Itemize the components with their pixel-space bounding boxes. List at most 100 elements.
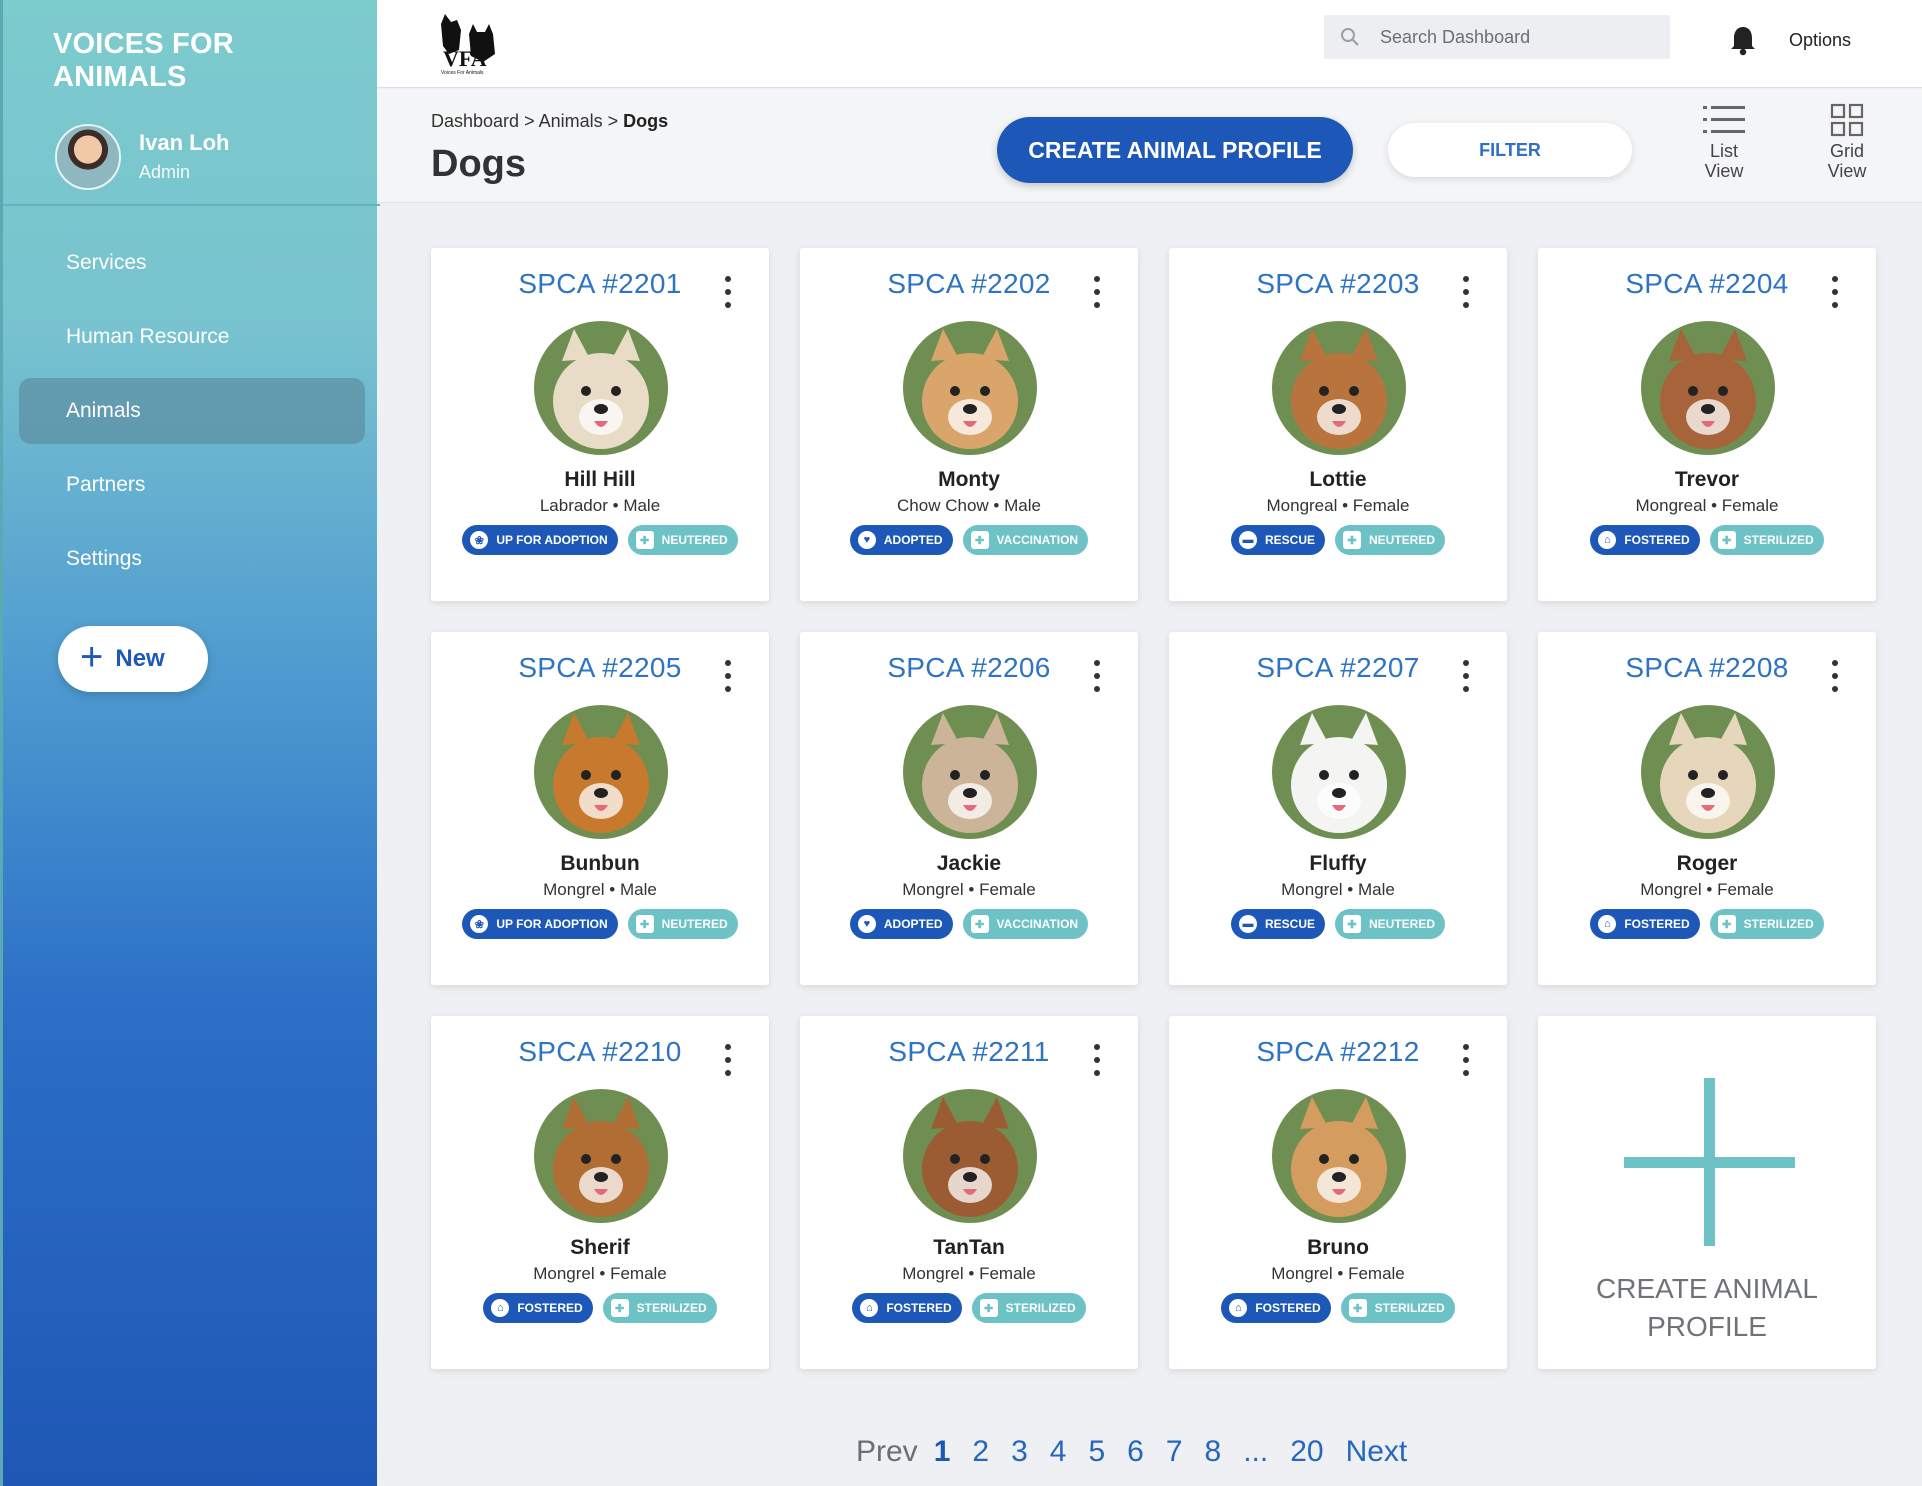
animal-name[interactable]: Bunbun [431,852,769,876]
page-link[interactable]: 20 [1290,1435,1323,1469]
search-box[interactable] [1324,15,1670,59]
sidebar-item-human-resource[interactable]: Human Resource [19,304,365,370]
avatar[interactable] [55,124,121,190]
animal-photo[interactable] [534,705,668,839]
page-link[interactable]: 6 [1127,1435,1144,1469]
status-badge[interactable]: ⌂ FOSTERED [1221,1293,1331,1323]
more-options-icon[interactable] [723,1044,733,1084]
animal-card[interactable]: SPCA #2210 Sherif Mongrel • Female ⌂ FOS… [431,1016,769,1369]
more-options-icon[interactable] [1092,276,1102,316]
animal-card[interactable]: SPCA #2201 Hill Hill Labrador • Male ❀ U… [431,248,769,601]
page-link[interactable]: 2 [972,1435,989,1469]
animal-card[interactable]: SPCA #2204 Trevor Mongreal • Female ⌂ FO… [1538,248,1876,601]
animal-id[interactable]: SPCA #2208 [1538,652,1876,684]
status-badge[interactable]: ▬ RESCUE [1230,909,1325,939]
status-badge[interactable]: ⌂ FOSTERED [483,1293,593,1323]
sidebar-item-partners[interactable]: Partners [19,452,365,518]
animal-card[interactable]: SPCA #2211 TanTan Mongrel • Female ⌂ FOS… [800,1016,1138,1369]
page-link[interactable]: 7 [1166,1435,1183,1469]
list-view-button[interactable]: List View [1684,103,1764,181]
next-page-link[interactable]: Next [1346,1435,1408,1469]
health-badge[interactable]: ✚ VACCINATION [962,525,1089,555]
animal-id[interactable]: SPCA #2203 [1169,268,1507,300]
search-input[interactable] [1380,26,1640,48]
health-badge[interactable]: ✚ NEUTERED [627,909,738,939]
animal-id[interactable]: SPCA #2207 [1169,652,1507,684]
animal-id[interactable]: SPCA #2206 [800,652,1138,684]
more-options-icon[interactable] [1830,276,1840,316]
health-badge[interactable]: ✚ STERILIZED [971,1293,1086,1323]
more-options-icon[interactable] [1092,660,1102,700]
animal-name[interactable]: Sherif [431,1236,769,1260]
bell-icon[interactable] [1728,24,1758,56]
animal-name[interactable]: Bruno [1169,1236,1507,1260]
prev-page-link[interactable]: Prev [856,1435,918,1469]
animal-name[interactable]: Trevor [1538,468,1876,492]
animal-id[interactable]: SPCA #2201 [431,268,769,300]
animal-photo[interactable] [903,321,1037,455]
animal-name[interactable]: Hill Hill [431,468,769,492]
health-badge[interactable]: ✚ STERILIZED [1709,525,1824,555]
health-badge[interactable]: ✚ NEUTERED [1335,525,1446,555]
status-badge[interactable]: ❀ UP FOR ADOPTION [462,525,618,555]
animal-photo[interactable] [903,705,1037,839]
more-options-icon[interactable] [723,276,733,316]
page-link[interactable]: 5 [1088,1435,1105,1469]
brand-title[interactable]: VOICES FOR ANIMALS [53,28,353,94]
options-menu[interactable]: Options [1789,30,1851,51]
more-options-icon[interactable] [1092,1044,1102,1084]
health-badge[interactable]: ✚ NEUTERED [627,525,738,555]
more-options-icon[interactable] [1830,660,1840,700]
health-badge[interactable]: ✚ STERILIZED [602,1293,717,1323]
page-link[interactable]: 8 [1205,1435,1222,1469]
animal-id[interactable]: SPCA #2212 [1169,1036,1507,1068]
animal-id[interactable]: SPCA #2202 [800,268,1138,300]
animal-card[interactable]: SPCA #2208 Roger Mongrel • Female ⌂ FOST… [1538,632,1876,985]
page-link[interactable]: 1 [934,1435,951,1469]
sidebar-item-settings[interactable]: Settings [19,526,365,592]
sidebar-item-services[interactable]: Services [19,230,365,296]
animal-id[interactable]: SPCA #2205 [431,652,769,684]
status-badge[interactable]: ⌂ FOSTERED [1590,525,1700,555]
breadcrumb-animals[interactable]: Animals [539,111,603,131]
animal-card[interactable]: SPCA #2207 Fluffy Mongrel • Male ▬ RESCU… [1169,632,1507,985]
animal-name[interactable]: Fluffy [1169,852,1507,876]
status-badge[interactable]: ⌂ FOSTERED [852,1293,962,1323]
health-badge[interactable]: ✚ NEUTERED [1335,909,1446,939]
more-options-icon[interactable] [723,660,733,700]
more-options-icon[interactable] [1461,276,1471,316]
breadcrumb-dashboard[interactable]: Dashboard [431,111,519,131]
animal-name[interactable]: TanTan [800,1236,1138,1260]
grid-view-button[interactable]: Grid View [1807,103,1887,181]
animal-id[interactable]: SPCA #2211 [800,1036,1138,1068]
create-animal-profile-button[interactable]: CREATE ANIMAL PROFILE [997,117,1353,183]
animal-name[interactable]: Lottie [1169,468,1507,492]
status-badge[interactable]: ♥ ADOPTED [849,525,953,555]
status-badge[interactable]: ♥ ADOPTED [849,909,953,939]
animal-photo[interactable] [1272,705,1406,839]
page-link[interactable]: 3 [1011,1435,1028,1469]
more-options-icon[interactable] [1461,660,1471,700]
status-badge[interactable]: ⌂ FOSTERED [1590,909,1700,939]
animal-id[interactable]: SPCA #2204 [1538,268,1876,300]
animal-photo[interactable] [903,1089,1037,1223]
animal-photo[interactable] [1272,1089,1406,1223]
new-button[interactable]: + New [58,626,208,692]
animal-card[interactable]: SPCA #2212 Bruno Mongrel • Female ⌂ FOST… [1169,1016,1507,1369]
filter-button[interactable]: FILTER [1388,123,1632,177]
sidebar-item-animals[interactable]: Animals [19,378,365,444]
animal-photo[interactable] [534,321,668,455]
animal-card[interactable]: SPCA #2202 Monty Chow Chow • Male ♥ ADOP… [800,248,1138,601]
animal-photo[interactable] [1272,321,1406,455]
status-badge[interactable]: ❀ UP FOR ADOPTION [462,909,618,939]
animal-card[interactable]: SPCA #2205 Bunbun Mongrel • Male ❀ UP FO… [431,632,769,985]
health-badge[interactable]: ✚ VACCINATION [962,909,1089,939]
health-badge[interactable]: ✚ STERILIZED [1340,1293,1455,1323]
animal-card[interactable]: SPCA #2206 Jackie Mongrel • Female ♥ ADO… [800,632,1138,985]
animal-id[interactable]: SPCA #2210 [431,1036,769,1068]
animal-photo[interactable] [1641,705,1775,839]
more-options-icon[interactable] [1461,1044,1471,1084]
health-badge[interactable]: ✚ STERILIZED [1709,909,1824,939]
user-profile[interactable]: Ivan Loh Admin [55,118,365,198]
animal-name[interactable]: Roger [1538,852,1876,876]
